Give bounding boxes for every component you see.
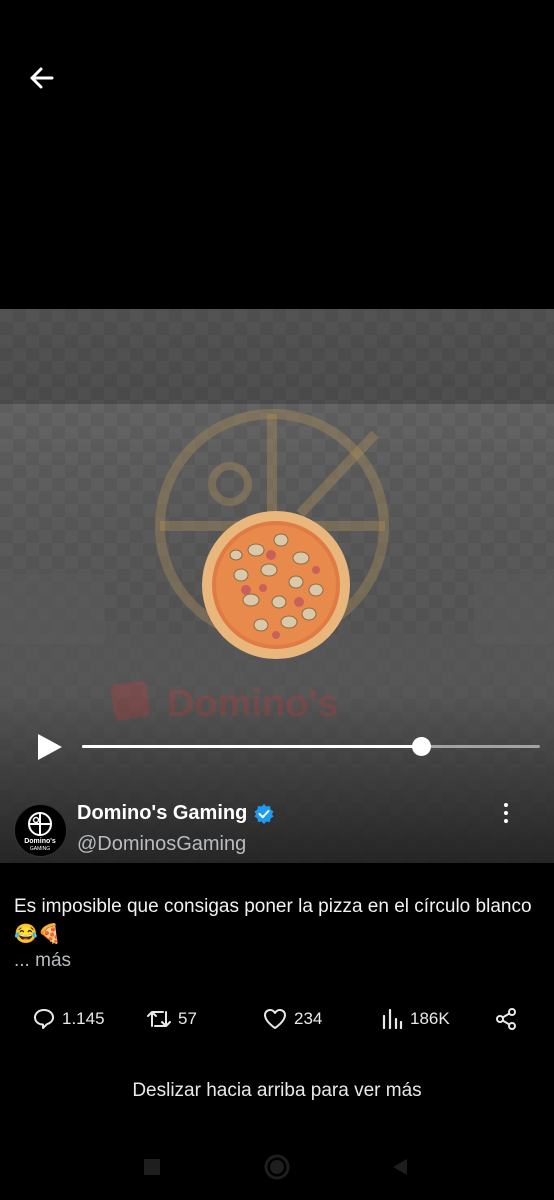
post-caption: Es imposible que consigas poner la pizza… <box>14 896 532 945</box>
author-name[interactable]: Domino's Gaming <box>77 802 247 825</box>
repost-button[interactable]: 57 <box>146 1000 197 1038</box>
home-button[interactable] <box>264 1154 290 1185</box>
name-row: Domino's Gaming <box>77 802 275 825</box>
dominos-gaming-logo: Domino's GAMING <box>24 812 56 852</box>
system-nav-bar <box>0 1140 554 1200</box>
like-count: 234 <box>294 1009 323 1028</box>
like-button[interactable]: 234 <box>262 1000 322 1038</box>
svg-text:GAMING: GAMING <box>30 846 50 852</box>
show-more-link[interactable]: ... más <box>14 950 71 972</box>
share-icon <box>496 1008 516 1030</box>
repost-icon <box>147 1011 171 1027</box>
avatar[interactable]: Domino's GAMING <box>14 804 67 857</box>
progress-thumb[interactable] <box>411 737 431 756</box>
reply-icon <box>34 1009 54 1029</box>
verified-badge-icon <box>254 803 274 824</box>
circle-icon <box>264 1154 290 1180</box>
recents-button[interactable] <box>143 1158 161 1181</box>
author-handle[interactable]: @DominosGaming <box>77 833 246 856</box>
triangle-back-icon <box>393 1159 407 1175</box>
heart-icon <box>264 1009 286 1029</box>
view-count: 186K <box>410 1009 450 1028</box>
reply-button[interactable]: 1.145 <box>32 1000 105 1038</box>
swipe-up-hint: Deslizar hacia arriba para ver más <box>132 1080 422 1101</box>
progress-bar[interactable] <box>82 737 540 756</box>
room-bench-left <box>0 574 105 644</box>
views-chart-icon <box>382 1008 403 1030</box>
pizza-image[interactable] <box>201 510 351 660</box>
back-button[interactable] <box>22 60 62 100</box>
share-button[interactable] <box>494 1000 518 1038</box>
play-button[interactable] <box>34 732 64 762</box>
progress-fill <box>82 745 421 748</box>
arrow-left-icon <box>30 67 54 89</box>
back-nav-button[interactable] <box>391 1158 409 1181</box>
svg-text:Domino's: Domino's <box>24 838 56 845</box>
room-bench-right <box>474 574 554 644</box>
more-options-button[interactable] <box>494 801 518 825</box>
kebab-menu-icon <box>504 803 508 823</box>
author-row: Domino's GAMING Domino's Gaming @Dominos… <box>0 789 554 863</box>
square-icon <box>144 1159 160 1175</box>
play-icon <box>38 734 62 760</box>
views-button[interactable]: 186K <box>380 1000 450 1038</box>
video-player[interactable]: Domino's GAMING Domino's Gaming @Dominos… <box>0 309 554 863</box>
reply-count: 1.145 <box>62 1009 105 1028</box>
action-bar: 1.145 57 234 186K <box>0 1000 554 1038</box>
repost-count: 57 <box>178 1009 197 1028</box>
